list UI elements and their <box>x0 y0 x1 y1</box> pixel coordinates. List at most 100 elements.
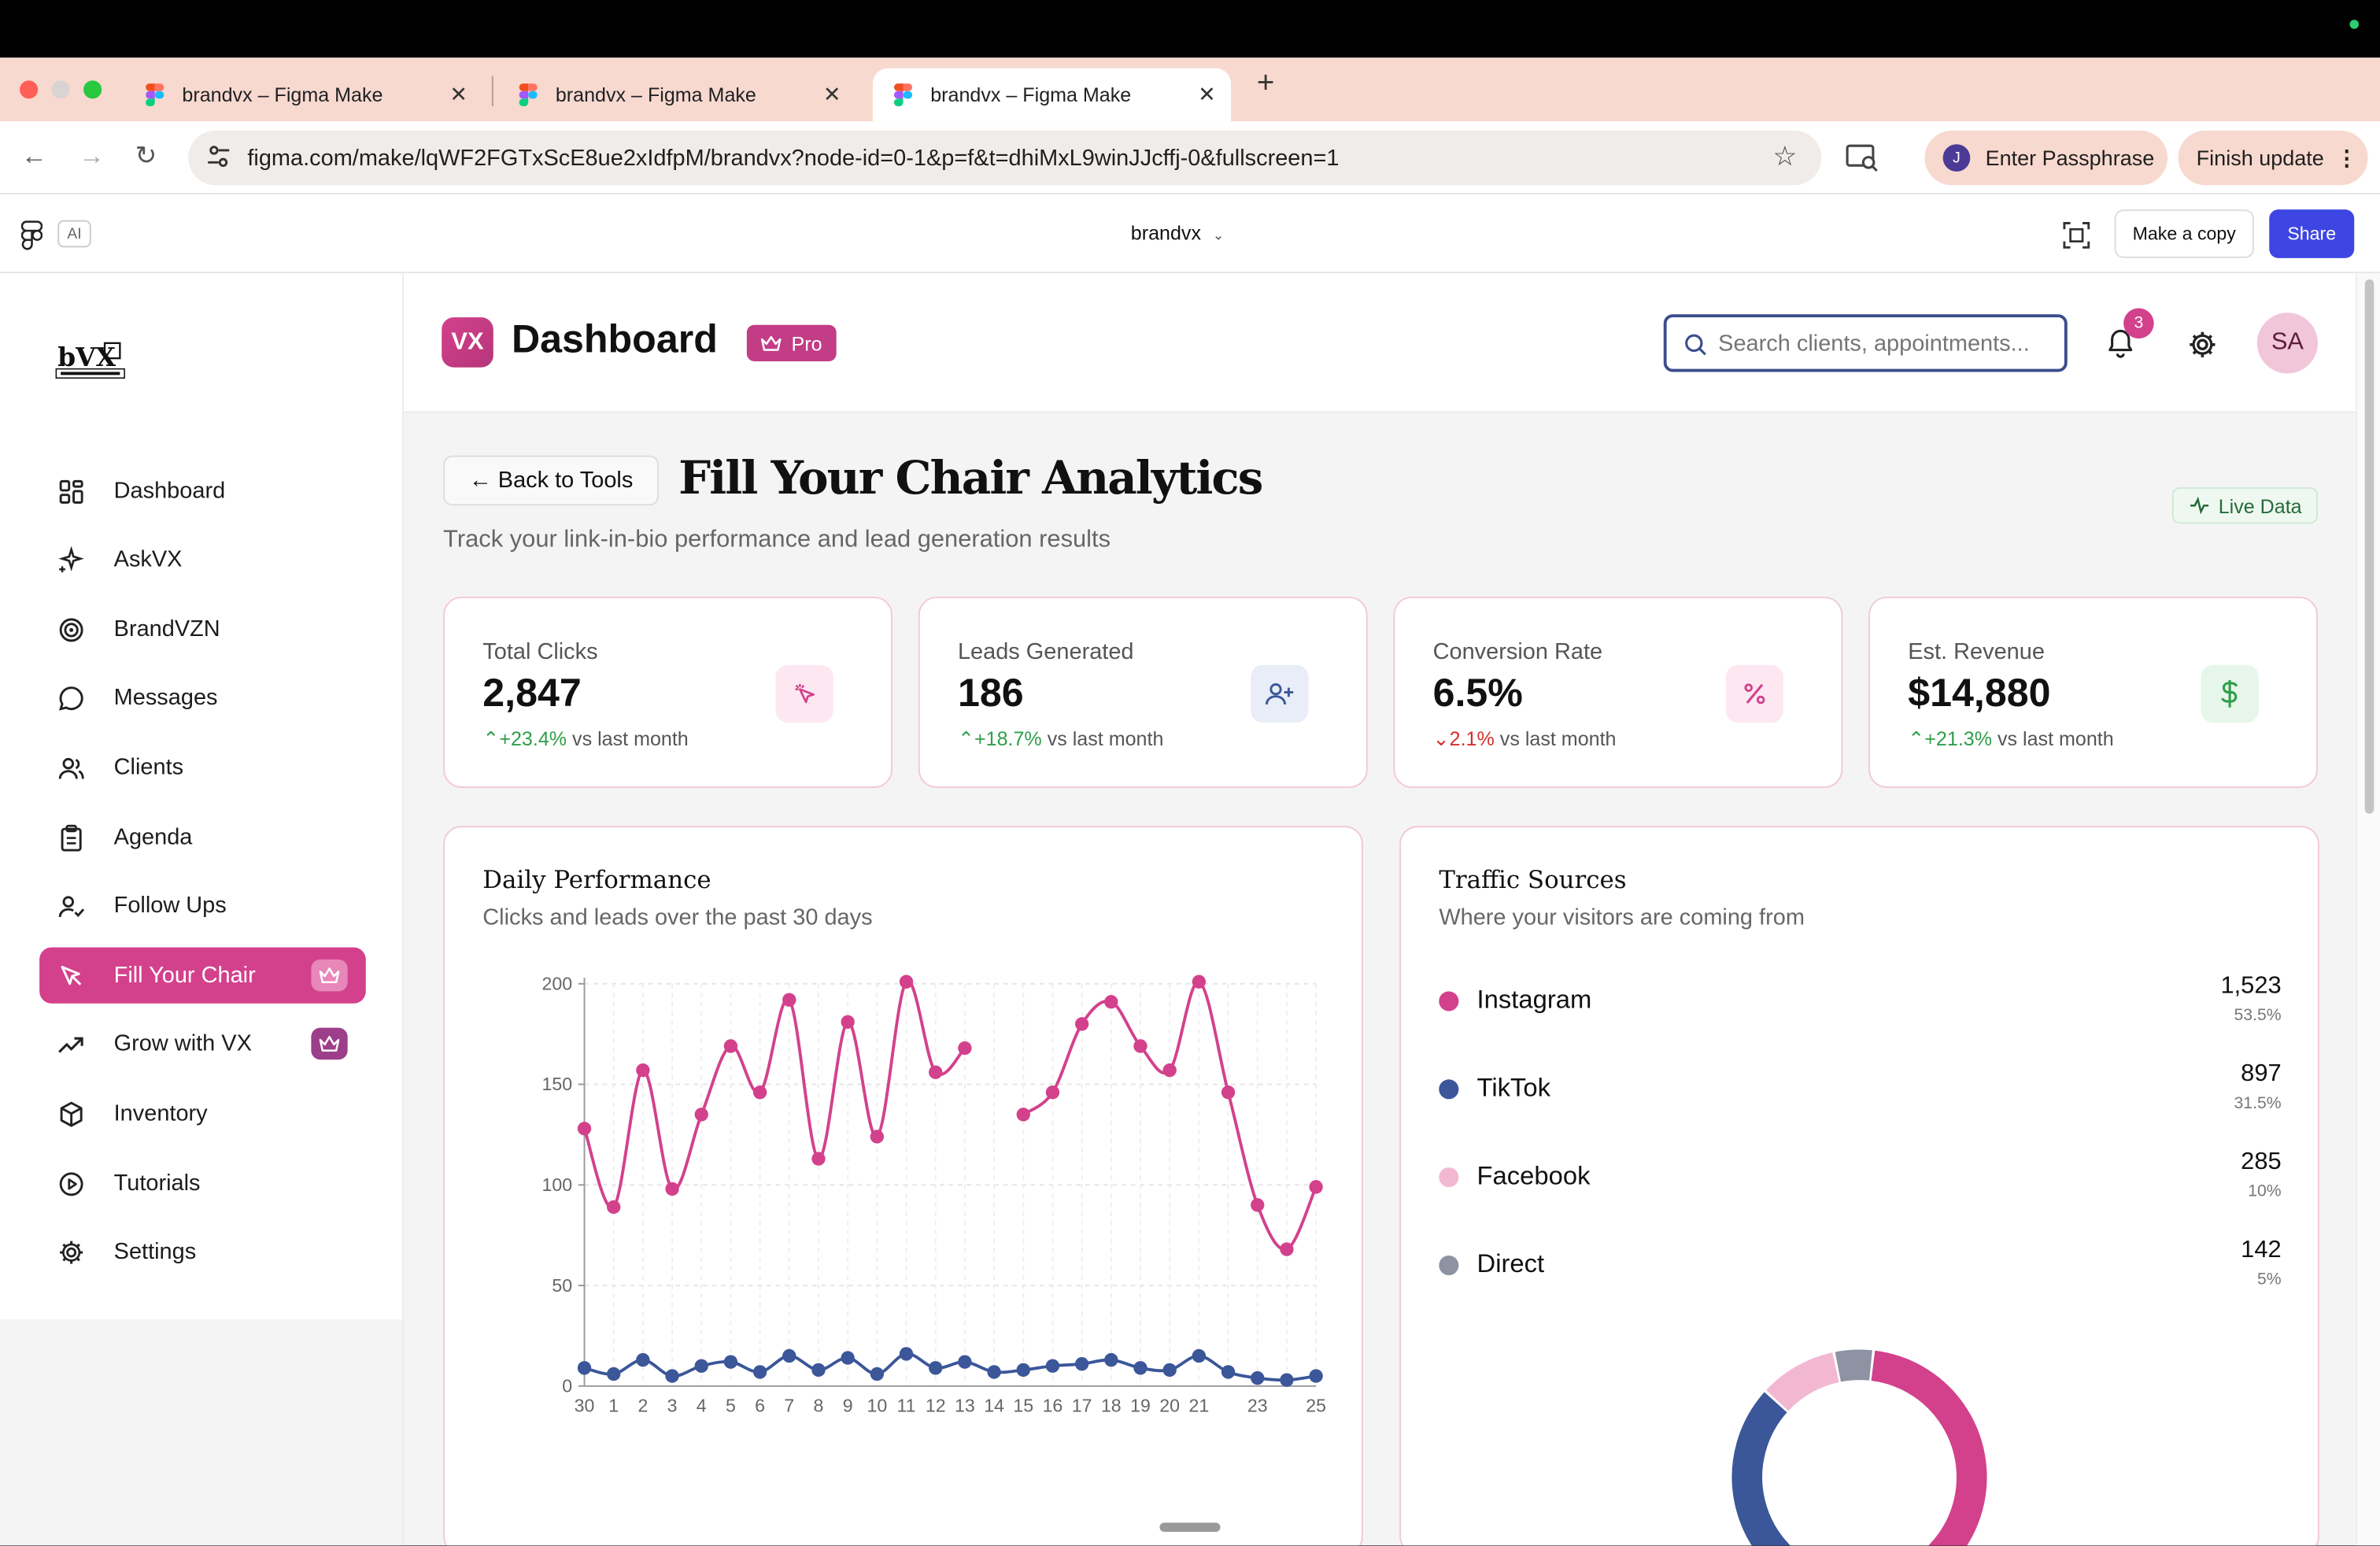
address-bar[interactable]: figma.com/make/lqWF2FGTxScE8ue2xIdfpM/br… <box>188 130 1822 186</box>
sidebar-item-agenda[interactable]: Agenda <box>39 809 366 865</box>
sidebar-item-brandvzn[interactable]: BrandVZN <box>39 601 366 657</box>
data-point-0 <box>577 1122 592 1136</box>
settings-gear-icon[interactable] <box>2187 330 2218 361</box>
traffic-source-row: Direct 142 5% <box>1439 1237 2282 1298</box>
sidebar-item-follow-ups[interactable]: Follow Ups <box>39 878 366 934</box>
x-tick-label: 14 <box>984 1396 1004 1416</box>
stat-card-total-clicks: Total Clicks 2,847 ⌃+23.4% vs last month <box>443 596 893 788</box>
resize-handle[interactable] <box>1159 1522 1221 1532</box>
data-point-1 <box>1221 1365 1236 1379</box>
y-tick-label: 200 <box>541 973 572 993</box>
sidebar-item-inventory[interactable]: Inventory <box>39 1086 366 1141</box>
search-input[interactable] <box>1718 330 2045 357</box>
x-tick-label: 18 <box>1101 1396 1122 1416</box>
x-tick-label: 20 <box>1159 1396 1180 1416</box>
data-point-1 <box>899 1347 914 1361</box>
trend-up-icon: ⌃ <box>482 727 500 750</box>
close-tab-icon[interactable]: ✕ <box>1198 82 1216 108</box>
stat-value: 6.5% <box>1432 669 1523 716</box>
target-icon <box>57 616 85 643</box>
browser-tab[interactable]: brandvx – Figma Make ✕ <box>124 68 482 122</box>
close-window-button[interactable] <box>20 80 39 99</box>
new-tab-button[interactable]: + <box>1257 67 1275 102</box>
data-point-1 <box>1016 1363 1030 1378</box>
present-icon[interactable] <box>2061 220 2092 251</box>
x-tick-label: 13 <box>955 1396 975 1416</box>
sidebar-item-label: Follow Ups <box>113 893 227 919</box>
data-point-0 <box>1309 1180 1323 1194</box>
live-data-badge: Live Data <box>2171 487 2318 524</box>
close-tab-icon[interactable]: ✕ <box>823 82 841 108</box>
stat-delta-value: 2.1% <box>1449 727 1495 750</box>
x-tick-label: 17 <box>1072 1396 1092 1416</box>
x-tick-label: 2 <box>638 1396 648 1416</box>
sidebar-item-messages[interactable]: Messages <box>39 670 366 726</box>
x-tick-label: 12 <box>926 1396 946 1416</box>
sidebar-item-label: AskVX <box>113 546 183 573</box>
stat-delta-value: +18.7% <box>974 727 1042 750</box>
pro-badge: Pro <box>746 324 837 362</box>
back-to-tools-button[interactable]: ← Back to Tools <box>443 455 660 506</box>
sidebar-item-label: Inventory <box>113 1100 208 1127</box>
data-point-1 <box>929 1361 943 1375</box>
data-point-0 <box>1221 1086 1236 1100</box>
browser-tab-active[interactable]: brandvx – Figma Make ✕ <box>872 68 1232 122</box>
traffic-sources-card: Traffic Sources Where your visitors are … <box>1399 826 2319 1546</box>
data-point-0 <box>607 1200 621 1215</box>
data-point-0 <box>1162 1063 1177 1078</box>
passphrase-button[interactable]: J Enter Passphrase <box>1924 130 2168 186</box>
data-point-1 <box>607 1367 621 1381</box>
stat-card-revenue: Est. Revenue $14,880 ⌃+21.3% vs last mon… <box>1868 596 2318 788</box>
data-point-1 <box>1104 1352 1118 1367</box>
site-settings-icon[interactable] <box>206 144 231 168</box>
figma-menu-icon[interactable] <box>21 220 43 251</box>
close-tab-icon[interactable]: ✕ <box>449 82 468 108</box>
sidebar-item-label: Dashboard <box>113 478 226 505</box>
sidebar-item-fill-your-chair[interactable]: Fill Your Chair <box>39 947 366 1004</box>
data-point-0 <box>1280 1242 1294 1256</box>
data-point-1 <box>1280 1373 1294 1387</box>
source-name: Direct <box>1476 1249 1545 1278</box>
play-circle-icon <box>57 1170 85 1197</box>
back-arrow-icon[interactable]: ← <box>21 141 47 172</box>
minimize-window-button[interactable] <box>51 80 70 99</box>
stat-value: 186 <box>957 669 1024 716</box>
ai-badge: AI <box>57 220 91 248</box>
share-button[interactable]: Share <box>2269 209 2355 258</box>
x-tick-label: 16 <box>1043 1396 1063 1416</box>
x-tick-label: 4 <box>697 1396 707 1416</box>
legend-dot <box>1439 1079 1459 1100</box>
passphrase-label: Enter Passphrase <box>1985 146 2155 171</box>
scrollbar-thumb[interactable] <box>2364 279 2374 814</box>
sidebar-item-tutorials[interactable]: Tutorials <box>39 1156 366 1211</box>
trend-up-icon: ⌃ <box>957 727 974 750</box>
forward-arrow-icon[interactable]: → <box>79 141 105 172</box>
sidebar-item-clients[interactable]: Clients <box>39 739 366 795</box>
stat-value: 2,847 <box>482 669 582 716</box>
page-scrollbar[interactable] <box>2356 273 2380 1546</box>
sidebar-item-askvx[interactable]: AskVX <box>39 531 366 587</box>
sidebar-item-dashboard[interactable]: Dashboard <box>39 463 366 519</box>
bookmark-star-icon[interactable]: ☆ <box>1772 141 1797 173</box>
make-copy-button[interactable]: Make a copy <box>2114 209 2254 258</box>
page-subtitle: Track your link-in-bio performance and l… <box>443 527 1111 553</box>
crown-icon <box>311 1027 348 1060</box>
project-name-dropdown[interactable]: brandvx ⌄ <box>1131 222 1224 245</box>
series-line-1 <box>584 1352 1317 1382</box>
more-menu-icon[interactable]: ⋮ <box>2336 145 2357 171</box>
browser-tab[interactable]: brandvx – Figma Make ✕ <box>498 68 856 122</box>
user-avatar[interactable]: SA <box>2256 313 2318 374</box>
data-point-0 <box>694 1108 708 1122</box>
finish-update-button[interactable]: Finish update ⋮ <box>2178 130 2368 186</box>
activity-icon <box>2190 496 2208 515</box>
search-box[interactable] <box>1663 314 2068 372</box>
maximize-window-button[interactable] <box>83 80 102 99</box>
sidebar-item-settings[interactable]: Settings <box>39 1223 366 1279</box>
stat-delta: ⌃+21.3% vs last month <box>1908 727 2113 752</box>
sidebar-item-grow-with-vx[interactable]: Grow with VX <box>39 1015 366 1071</box>
stat-delta: ⌄2.1% vs last month <box>1433 727 1617 752</box>
source-count: 1,523 <box>2220 973 2282 1000</box>
reload-icon[interactable]: ↻ <box>135 141 157 172</box>
figma-icon <box>519 83 541 107</box>
cast-search-icon[interactable] <box>1846 142 1879 173</box>
